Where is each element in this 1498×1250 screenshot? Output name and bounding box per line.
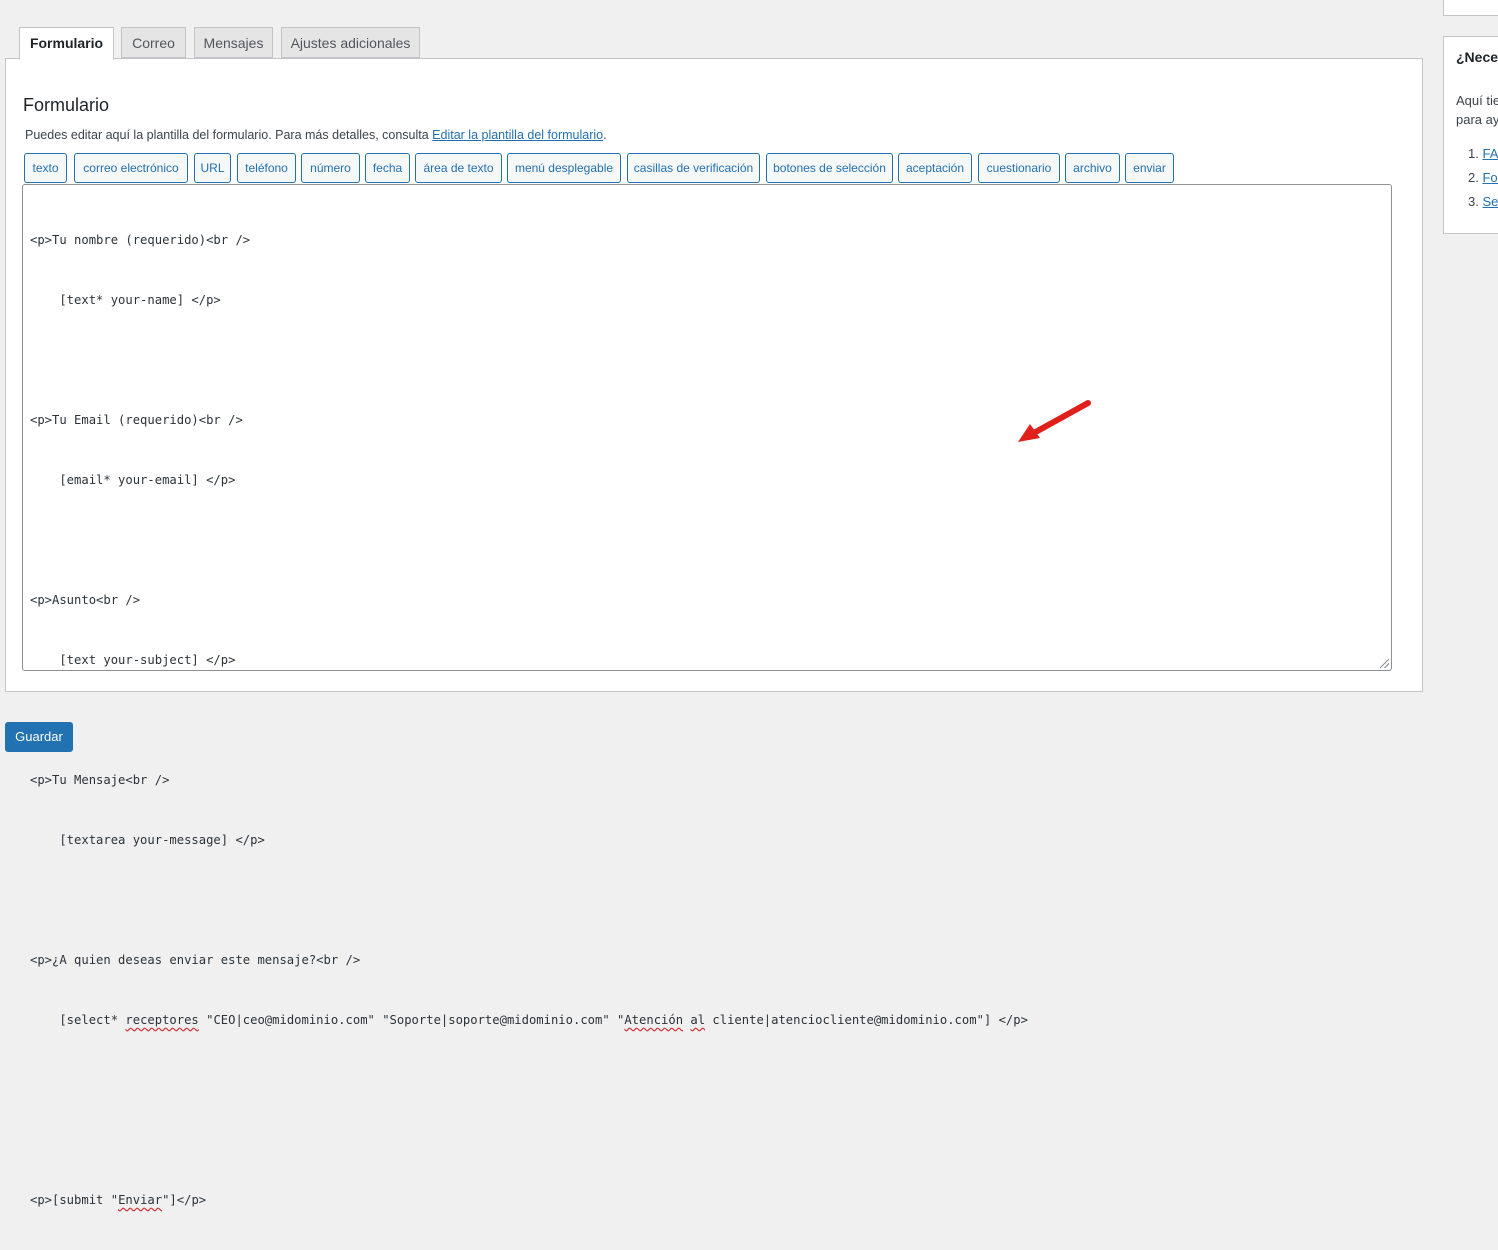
code-line: ​ [30,1070,1028,1090]
code-line: ​ [30,710,1028,730]
resize-handle[interactable] [1380,659,1389,668]
description-text: Puedes editar aquí la plantilla del form… [25,128,433,142]
spellcheck-word: Enviar [118,1193,163,1207]
panel-title: Formulario [23,95,110,115]
sidebar-box-top [1443,0,1498,16]
code-line: <p>Asunto<br /> [30,593,141,607]
code-line: ​ [30,890,1028,910]
sidebar-link-faq[interactable]: FAQ [1482,146,1498,161]
tag-button-telefono[interactable]: teléfono [237,153,296,183]
code-line: ​ [30,1130,1028,1150]
code-line: <p>Tu nombre (requerido)<br /> [30,233,251,247]
sidebar-text: Aquí tie para ay [1456,91,1498,129]
code-line: ​ [30,350,1028,370]
spellcheck-word: Atención [624,1013,684,1027]
code-line: [textarea your-message] </p> [30,833,265,847]
tag-button-cuestionario[interactable]: cuestionario [978,153,1060,183]
template-code[interactable]: <p>Tu nombre (requerido)<br /> [text* yo… [30,190,1028,1250]
list-item: 1. FAQ [1468,142,1498,166]
sidebar-text-line: Aquí tie [1456,93,1498,108]
tag-button-enviar[interactable]: enviar [1125,153,1174,183]
code-line: [text your-subject] </p> [30,653,236,667]
tag-button-archivo[interactable]: archivo [1065,153,1120,183]
sidebar-title: ¿Neces [1456,49,1498,65]
list-item: 2. For [1468,166,1498,190]
description-end: . [603,128,607,142]
tag-button-numero[interactable]: número [301,153,360,183]
code-line: <p>Tu Email (requerido)<br /> [30,413,243,427]
code-line: <p>[submit "Enviar"]</p> [30,1193,207,1207]
tag-button-casillas-de-verificacion[interactable]: casillas de verificación [627,153,760,183]
code-line: ​ [30,530,1028,550]
tab-ajustes-adicionales[interactable]: Ajustes adicionales [281,27,420,58]
tag-button-aceptacion[interactable]: aceptación [898,153,972,183]
tag-button-texto[interactable]: texto [24,153,67,183]
panel-description: Puedes editar aquí la plantilla del form… [25,128,607,142]
sidebar-text-line: para ay [1456,112,1498,127]
edit-template-link[interactable]: Editar la plantilla del formulario [432,128,603,142]
tag-button-menu-desplegable[interactable]: menú desplegable [507,153,621,183]
sidebar-links: 1. FAQ 2. For 3. Ser [1468,142,1498,214]
code-line: <p>Tu Mensaje<br /> [30,773,170,787]
spellcheck-word: al [690,1013,706,1027]
tag-button-area-de-texto[interactable]: área de texto [415,153,502,183]
form-panel: Formulario Puedes editar aquí la plantil… [5,58,1423,1207]
list-item: 3. Ser [1468,190,1498,214]
code-line: [select* receptores "CEO|ceo@midominio.c… [30,1013,1028,1027]
code-line: [text* your-name] </p> [30,293,221,307]
tag-button-correo-electronico[interactable]: correo electrónico [74,153,188,183]
sidebar-link-ser[interactable]: Ser [1482,194,1498,209]
tag-button-botones-de-seleccion[interactable]: botones de selección [766,153,893,183]
spellcheck-word: receptores [125,1013,199,1027]
tab-mensajes[interactable]: Mensajes [194,27,273,58]
code-line: <p>¿A quien deseas enviar este mensaje?<… [30,953,361,967]
help-sidebar-box: ¿Neces Aquí tie para ay 1. FAQ 2. For 3.… [1443,36,1498,234]
tag-button-fecha[interactable]: fecha [365,153,410,183]
save-button[interactable]: Guardar [5,722,73,752]
tag-button-url[interactable]: URL [194,153,231,183]
sidebar-link-for[interactable]: For [1482,170,1498,185]
annotation-arrow-icon [1018,400,1091,442]
tab-correo[interactable]: Correo [121,27,186,58]
form-template-editor[interactable]: <p>Tu nombre (requerido)<br /> [text* yo… [22,184,1392,1207]
tab-formulario[interactable]: Formulario [19,27,114,60]
code-line: [email* your-email] </p> [30,473,236,487]
